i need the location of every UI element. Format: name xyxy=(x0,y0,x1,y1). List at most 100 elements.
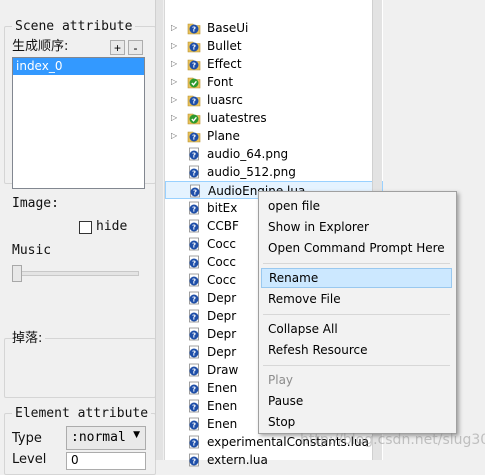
tree-item-label: Cocc xyxy=(207,273,236,287)
tree-item-label: Effect xyxy=(207,57,242,71)
tree-folder-item[interactable]: ▷? BaseUi xyxy=(165,19,383,37)
tree-folder-item[interactable]: ▷? Plane xyxy=(165,127,383,145)
tree-file-item[interactable]: ? audio_512.png xyxy=(165,163,383,181)
context-menu: open file Show in Explorer Open Command Pr… xyxy=(258,191,457,434)
svg-text:?: ? xyxy=(192,404,196,412)
tree-folder-item[interactable]: ▷? Effect xyxy=(165,55,383,73)
folder-status-icon: ? xyxy=(187,21,201,35)
file-status-icon: ? xyxy=(188,184,202,198)
tree-folder-item[interactable]: ▷ luatestres xyxy=(165,109,383,127)
menu-item-pause[interactable]: Pause xyxy=(261,391,452,411)
file-status-icon: ? xyxy=(187,381,201,395)
expand-arrow-icon[interactable]: ▷ xyxy=(171,131,177,140)
tree-item-label: bitEx xyxy=(207,201,238,215)
menu-item-refesh-resource[interactable]: Refesh Resource xyxy=(261,340,452,360)
tree-item-label: Depr xyxy=(207,309,237,323)
menu-separator xyxy=(263,263,450,264)
level-spinbox-value: 0 xyxy=(71,453,79,467)
type-label: Type xyxy=(12,431,42,446)
tree-item-label: Plane xyxy=(207,129,240,143)
file-status-icon: ? xyxy=(187,435,201,449)
tree-file-item[interactable]: ? extern.lua xyxy=(165,451,383,469)
type-combobox[interactable]: :normal ▼ xyxy=(66,426,146,450)
tree-item-label: luatestres xyxy=(207,111,267,125)
type-combobox-value: :normal xyxy=(71,430,126,445)
tree-item-label: Enen xyxy=(207,381,238,395)
file-status-icon: ? xyxy=(187,309,201,323)
left-panel-scrollbar[interactable] xyxy=(155,0,163,460)
tree-item-label: BaseUi xyxy=(207,21,249,35)
left-panel: Scene attribute 生成顺序: + - index_0 Image:… xyxy=(0,0,163,475)
music-label: Music xyxy=(12,243,52,258)
chevron-down-icon: ▼ xyxy=(133,430,140,440)
tree-file-item[interactable]: ? audio_64.png xyxy=(165,145,383,163)
svg-text:?: ? xyxy=(192,224,196,232)
file-status-icon: ? xyxy=(187,399,201,413)
music-slider-track[interactable] xyxy=(12,271,139,276)
tree-item-label: Cocc xyxy=(207,255,236,269)
folder-status-icon xyxy=(187,111,201,125)
music-slider-thumb[interactable] xyxy=(12,265,22,282)
folder-status-icon: ? xyxy=(187,39,201,53)
file-status-icon: ? xyxy=(187,147,201,161)
file-status-icon: ? xyxy=(187,327,201,341)
svg-text:?: ? xyxy=(192,44,196,52)
tree-item-label: Depr xyxy=(207,327,237,341)
expand-arrow-icon[interactable]: ▷ xyxy=(171,41,177,50)
tree-item-label: CCBF xyxy=(207,219,239,233)
folder-status-icon: ? xyxy=(187,129,201,143)
watermark: http://blog.csdn.net/slug302 xyxy=(300,432,485,448)
svg-text:?: ? xyxy=(192,260,196,268)
expand-arrow-icon[interactable]: ▷ xyxy=(171,59,177,68)
file-status-icon: ? xyxy=(187,417,201,431)
menu-item-show-in-explorer[interactable]: Show in Explorer xyxy=(261,217,452,237)
file-status-icon: ? xyxy=(187,453,201,467)
file-status-icon: ? xyxy=(187,363,201,377)
element-attribute-title: Element attribute xyxy=(12,406,152,422)
tree-item-label: audio_512.png xyxy=(207,165,296,179)
svg-text:?: ? xyxy=(192,350,196,358)
svg-text:?: ? xyxy=(192,422,196,430)
menu-separator xyxy=(263,314,450,315)
svg-text:?: ? xyxy=(192,386,196,394)
expand-arrow-icon[interactable]: ▷ xyxy=(171,95,177,104)
tree-folder-item[interactable]: ▷? Bullet xyxy=(165,37,383,55)
level-spinbox[interactable]: 0 xyxy=(66,452,146,470)
svg-text:?: ? xyxy=(192,296,196,304)
tree-folder-item[interactable]: ▷? luasrc xyxy=(165,91,383,109)
file-status-icon: ? xyxy=(187,255,201,269)
scene-list[interactable]: index_0 xyxy=(12,57,145,189)
tree-folder-item[interactable]: ▷ Font xyxy=(165,73,383,91)
tree-item-label: Depr xyxy=(207,291,237,305)
svg-text:?: ? xyxy=(192,440,196,448)
svg-text:?: ? xyxy=(192,314,196,322)
menu-item-stop[interactable]: Stop xyxy=(261,412,452,432)
expand-arrow-icon[interactable]: ▷ xyxy=(171,113,177,122)
svg-text:?: ? xyxy=(192,458,196,466)
menu-item-open-command-prompt-here[interactable]: Open Command Prompt Here xyxy=(261,238,452,258)
svg-text:?: ? xyxy=(192,278,196,286)
svg-text:?: ? xyxy=(192,332,196,340)
menu-item-collapse-all[interactable]: Collapse All xyxy=(261,319,452,339)
tree-item-label: Cocc xyxy=(207,237,236,251)
menu-item-rename[interactable]: Rename xyxy=(261,268,452,288)
spawn-order-label: 生成顺序: xyxy=(12,39,69,54)
tree-item-label: Enen xyxy=(207,417,238,431)
menu-item-remove-file[interactable]: Remove File xyxy=(261,289,452,309)
tree-item-label: Bullet xyxy=(207,39,242,53)
tree-item-label: audio_64.png xyxy=(207,147,289,161)
expand-arrow-icon[interactable]: ▷ xyxy=(171,23,177,32)
image-label: Image: xyxy=(12,196,59,211)
svg-text:?: ? xyxy=(192,170,196,178)
menu-item-open-file[interactable]: open file xyxy=(261,196,452,216)
scene-list-item[interactable]: index_0 xyxy=(13,58,144,75)
hide-checkbox[interactable] xyxy=(79,221,92,234)
svg-text:?: ? xyxy=(192,62,196,70)
file-status-icon: ? xyxy=(187,219,201,233)
remove-scene-button[interactable]: - xyxy=(128,40,143,55)
svg-text:?: ? xyxy=(192,98,196,106)
add-scene-button[interactable]: + xyxy=(110,40,125,55)
file-status-icon: ? xyxy=(187,273,201,287)
expand-arrow-icon[interactable]: ▷ xyxy=(171,77,177,86)
drop-group xyxy=(4,338,156,398)
